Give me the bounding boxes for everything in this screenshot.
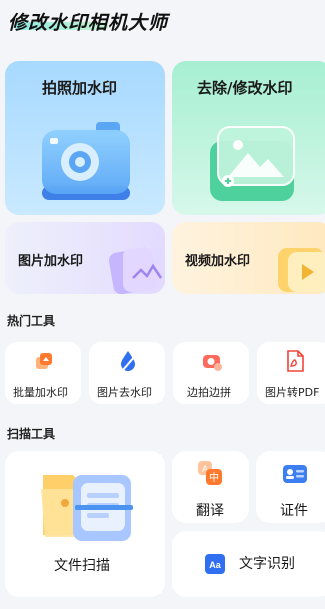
- ocr-icon: Aa: [205, 554, 225, 574]
- photo-watermark-card[interactable]: 拍照加水印: [5, 61, 165, 215]
- batch-icon: [36, 353, 52, 369]
- certificate-label: 证件: [280, 503, 308, 519]
- image-remove-watermark-tool[interactable]: 图片去水印: [89, 342, 165, 404]
- translate-icon: A 中: [198, 461, 222, 485]
- pdf-icon: [287, 350, 304, 372]
- camera-icon: [42, 122, 130, 200]
- translate-card[interactable]: A 中 翻译: [172, 451, 249, 523]
- document-scan-card[interactable]: 文件扫描: [5, 451, 165, 597]
- video-watermark-label: 视频加水印: [185, 254, 251, 269]
- scan-tools-title: 扫描工具: [7, 427, 56, 441]
- drop-icon: [121, 351, 136, 371]
- picture-stack-icon: [109, 247, 165, 294]
- hot-tools-title: 热门工具: [7, 314, 56, 328]
- translate-label: 翻译: [196, 503, 224, 519]
- video-icon: [278, 248, 325, 292]
- shoot-and-stitch-tool[interactable]: 边拍边拼: [173, 342, 249, 404]
- video-watermark-card[interactable]: 视频加水印: [172, 222, 325, 294]
- document-scan-icon: [41, 475, 133, 541]
- certificate-card[interactable]: 证件: [256, 451, 325, 523]
- svg-text:Aa: Aa: [209, 560, 221, 570]
- document-scan-label: 文件扫描: [54, 558, 110, 574]
- remove-watermark-label: 去除/修改水印: [197, 79, 293, 97]
- image-watermark-card[interactable]: 图片加水印: [5, 222, 165, 294]
- text-recognition-card[interactable]: Aa 文字识别: [172, 531, 325, 597]
- image-remove-watermark-label: 图片去水印: [97, 386, 152, 399]
- text-recognition-label: 文字识别: [239, 556, 295, 572]
- image-watermark-label: 图片加水印: [18, 254, 84, 269]
- remove-watermark-card[interactable]: 去除/修改水印: [172, 61, 325, 215]
- camera-stitch-icon: [203, 355, 222, 371]
- batch-watermark-tool[interactable]: 批量加水印: [5, 342, 81, 404]
- image-to-pdf-tool[interactable]: 图片转PDF: [257, 342, 325, 404]
- image-icon: [210, 126, 295, 201]
- svg-text:中: 中: [209, 471, 219, 484]
- app-title: 修改水印相机大师: [8, 12, 169, 34]
- batch-watermark-label: 批量加水印: [13, 386, 68, 399]
- photo-watermark-label: 拍照加水印: [42, 79, 118, 97]
- shoot-and-stitch-label: 边拍边拼: [187, 386, 231, 399]
- image-to-pdf-label: 图片转PDF: [265, 386, 320, 399]
- id-card-icon: [283, 465, 307, 483]
